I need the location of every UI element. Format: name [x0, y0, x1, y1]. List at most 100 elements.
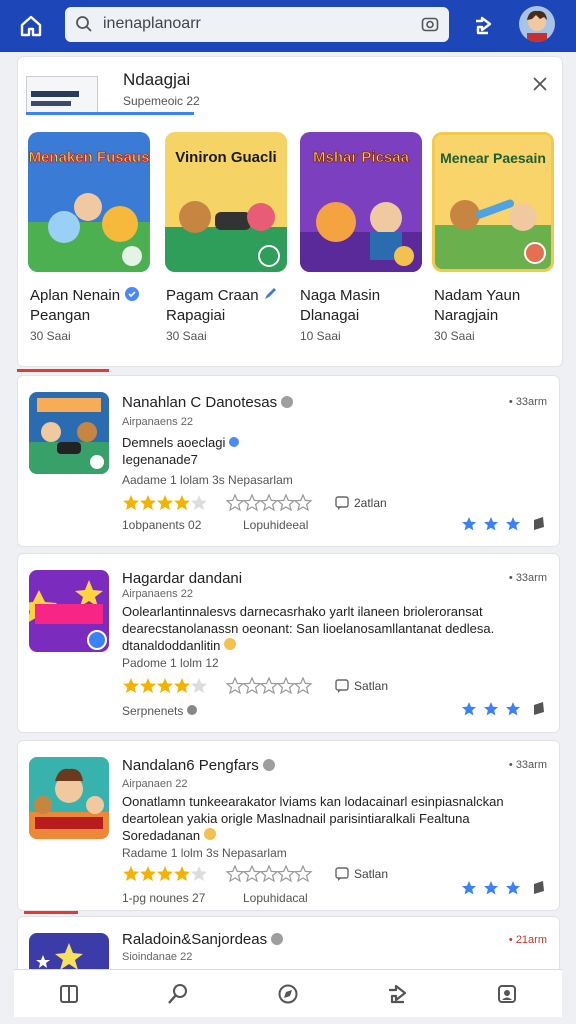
- action-stars[interactable]: [461, 516, 547, 532]
- home-button[interactable]: [14, 10, 48, 42]
- rating-row[interactable]: Satlan: [122, 865, 388, 883]
- search-icon: [76, 16, 92, 32]
- game-meta: 30 Saai: [30, 329, 71, 343]
- action-stars[interactable]: [461, 701, 547, 717]
- featured-thumbnail: [26, 76, 98, 114]
- info-icon: [186, 705, 197, 715]
- game-tile-text: Viniron Guacli: [175, 149, 276, 166]
- post-meta: Radame 1 lolm 3s Nepasarlam: [122, 846, 287, 860]
- game-meta: 10 Saai: [300, 329, 341, 343]
- progress-indicator: [17, 369, 109, 372]
- game-art-image: Viniron Guacli: [165, 132, 287, 272]
- rate-stars-icon[interactable]: [226, 865, 314, 883]
- status-dot-icon: [262, 759, 275, 771]
- post-text: Oonatlamn tunkeearakator lviams kan loda…: [122, 794, 504, 843]
- post-title[interactable]: Nandalan6 Pengfars: [122, 757, 275, 774]
- game-art-image: [29, 757, 109, 839]
- status-dot-icon: [271, 933, 284, 945]
- post-footer-right: Lopuhidacal: [243, 891, 308, 905]
- post-card[interactable]: Nanahlan C Danotesas Airpanaens 22 • 33a…: [17, 375, 560, 547]
- comment-icon[interactable]: [334, 678, 350, 694]
- home-icon: [20, 15, 42, 37]
- game-name[interactable]: Aplan Nenain Peangan: [30, 286, 150, 326]
- game-tile[interactable]: Menear Paesain: [432, 132, 554, 272]
- coin-icon: [203, 828, 216, 840]
- comment-icon[interactable]: [334, 495, 350, 511]
- rate-stars-icon[interactable]: [226, 494, 314, 512]
- post-footer-left: 1-pg nounes 27: [122, 891, 206, 905]
- post-meta: Aadame 1 lolam 3s Nepasarlam: [122, 473, 293, 487]
- rating-row[interactable]: 2atlan: [122, 494, 387, 512]
- post-title[interactable]: Raladoin&Sanjordeas: [122, 931, 284, 948]
- post-card[interactable]: Raladoin&Sanjordeas Sioindanae 22 • 21ar…: [17, 916, 560, 977]
- nav-library-button[interactable]: [51, 976, 87, 1012]
- blue-stars-icon: [462, 702, 520, 716]
- post-subtitle: Airpanaens 22: [122, 416, 193, 428]
- top-bar: [0, 0, 576, 52]
- avatar[interactable]: [519, 6, 555, 42]
- post-footer-left: 1obpanents 02: [122, 518, 202, 532]
- post-time: • 21arm: [508, 934, 547, 946]
- nav-discover-button[interactable]: [270, 976, 306, 1012]
- rate-stars-icon[interactable]: [226, 677, 314, 695]
- status-dot-icon: [281, 396, 294, 408]
- pencil-icon: [264, 288, 276, 299]
- post-time: • 33arm: [508, 572, 547, 584]
- bottom-nav: [14, 969, 562, 1017]
- avatar-icon: [519, 6, 555, 42]
- game-meta: 30 Saai: [434, 329, 475, 343]
- post-footer-right: Lopuhideeal: [243, 518, 309, 532]
- share-icon: [388, 984, 406, 1003]
- compass-icon: [278, 984, 298, 1003]
- post-subtitle: Airpanaen 22: [122, 778, 188, 790]
- search-input[interactable]: [103, 13, 403, 35]
- post-thumbnail: [29, 570, 109, 652]
- post-card[interactable]: Nandalan6 Pengfars Airpanaen 22 • 33arm …: [17, 740, 560, 911]
- coin-icon: [223, 638, 236, 650]
- search-icon: [168, 983, 188, 1004]
- rating-stars-icon: [123, 678, 207, 693]
- share-button[interactable]: [468, 11, 498, 41]
- post-meta: Padome 1 lolm 12: [122, 656, 219, 670]
- nav-share-button[interactable]: [380, 976, 416, 1012]
- post-title[interactable]: Nanahlan C Danotesas: [122, 394, 294, 411]
- profile-icon: [498, 984, 517, 1003]
- featured-underline: [26, 112, 194, 115]
- game-name[interactable]: Pagam Craan Rapagiai: [166, 286, 286, 326]
- featured-title: Ndaagjai: [123, 70, 191, 89]
- book-icon: [59, 984, 78, 1003]
- share-icon: [476, 16, 492, 35]
- post-card[interactable]: Hagardar dandani • 33arm Airpanaens 22 O…: [17, 553, 560, 733]
- post-subtitle: Sioindanae 22: [122, 951, 193, 963]
- game-tile[interactable]: Viniron Guacli: [165, 132, 287, 272]
- bookmark-icon[interactable]: [531, 701, 547, 717]
- nav-profile-button[interactable]: [489, 976, 525, 1012]
- post-thumbnail: [29, 392, 109, 474]
- camera-icon[interactable]: [421, 15, 439, 33]
- rating-row[interactable]: Satlan: [122, 677, 388, 695]
- close-icon[interactable]: [528, 72, 552, 96]
- game-name[interactable]: Naga Masin Dlanagai: [300, 286, 420, 326]
- game-tile[interactable]: Menaken Fusaus: [28, 132, 150, 272]
- game-tile[interactable]: Mshar Picsaa: [300, 132, 422, 272]
- blue-stars-icon: [462, 881, 520, 895]
- game-tile-text: Mshar Picsaa: [313, 149, 410, 166]
- search-bar[interactable]: [65, 7, 449, 42]
- game-art-image: [29, 392, 109, 474]
- game-meta: 30 Saai: [166, 329, 207, 343]
- rating-stars-icon: [123, 866, 207, 881]
- bookmark-icon[interactable]: [531, 880, 547, 896]
- game-tile-text: Menear Paesain: [440, 150, 546, 166]
- post-thumbnail: [29, 757, 109, 839]
- post-time: • 33arm: [508, 759, 547, 771]
- game-name[interactable]: Nadam Yaun Naragjain: [434, 286, 554, 326]
- post-text: Demnels aoeclagi Iegenanade7: [122, 434, 542, 468]
- bookmark-icon[interactable]: [531, 516, 547, 532]
- comment-icon[interactable]: [334, 866, 350, 882]
- blue-stars-icon: [462, 517, 520, 531]
- nav-search-button[interactable]: [160, 976, 196, 1012]
- post-footer-left: Serpnenets: [122, 704, 197, 718]
- post-title[interactable]: Hagardar dandani: [122, 570, 242, 587]
- game-tile-text: Menaken Fusaus: [29, 149, 150, 166]
- action-stars[interactable]: [461, 880, 547, 896]
